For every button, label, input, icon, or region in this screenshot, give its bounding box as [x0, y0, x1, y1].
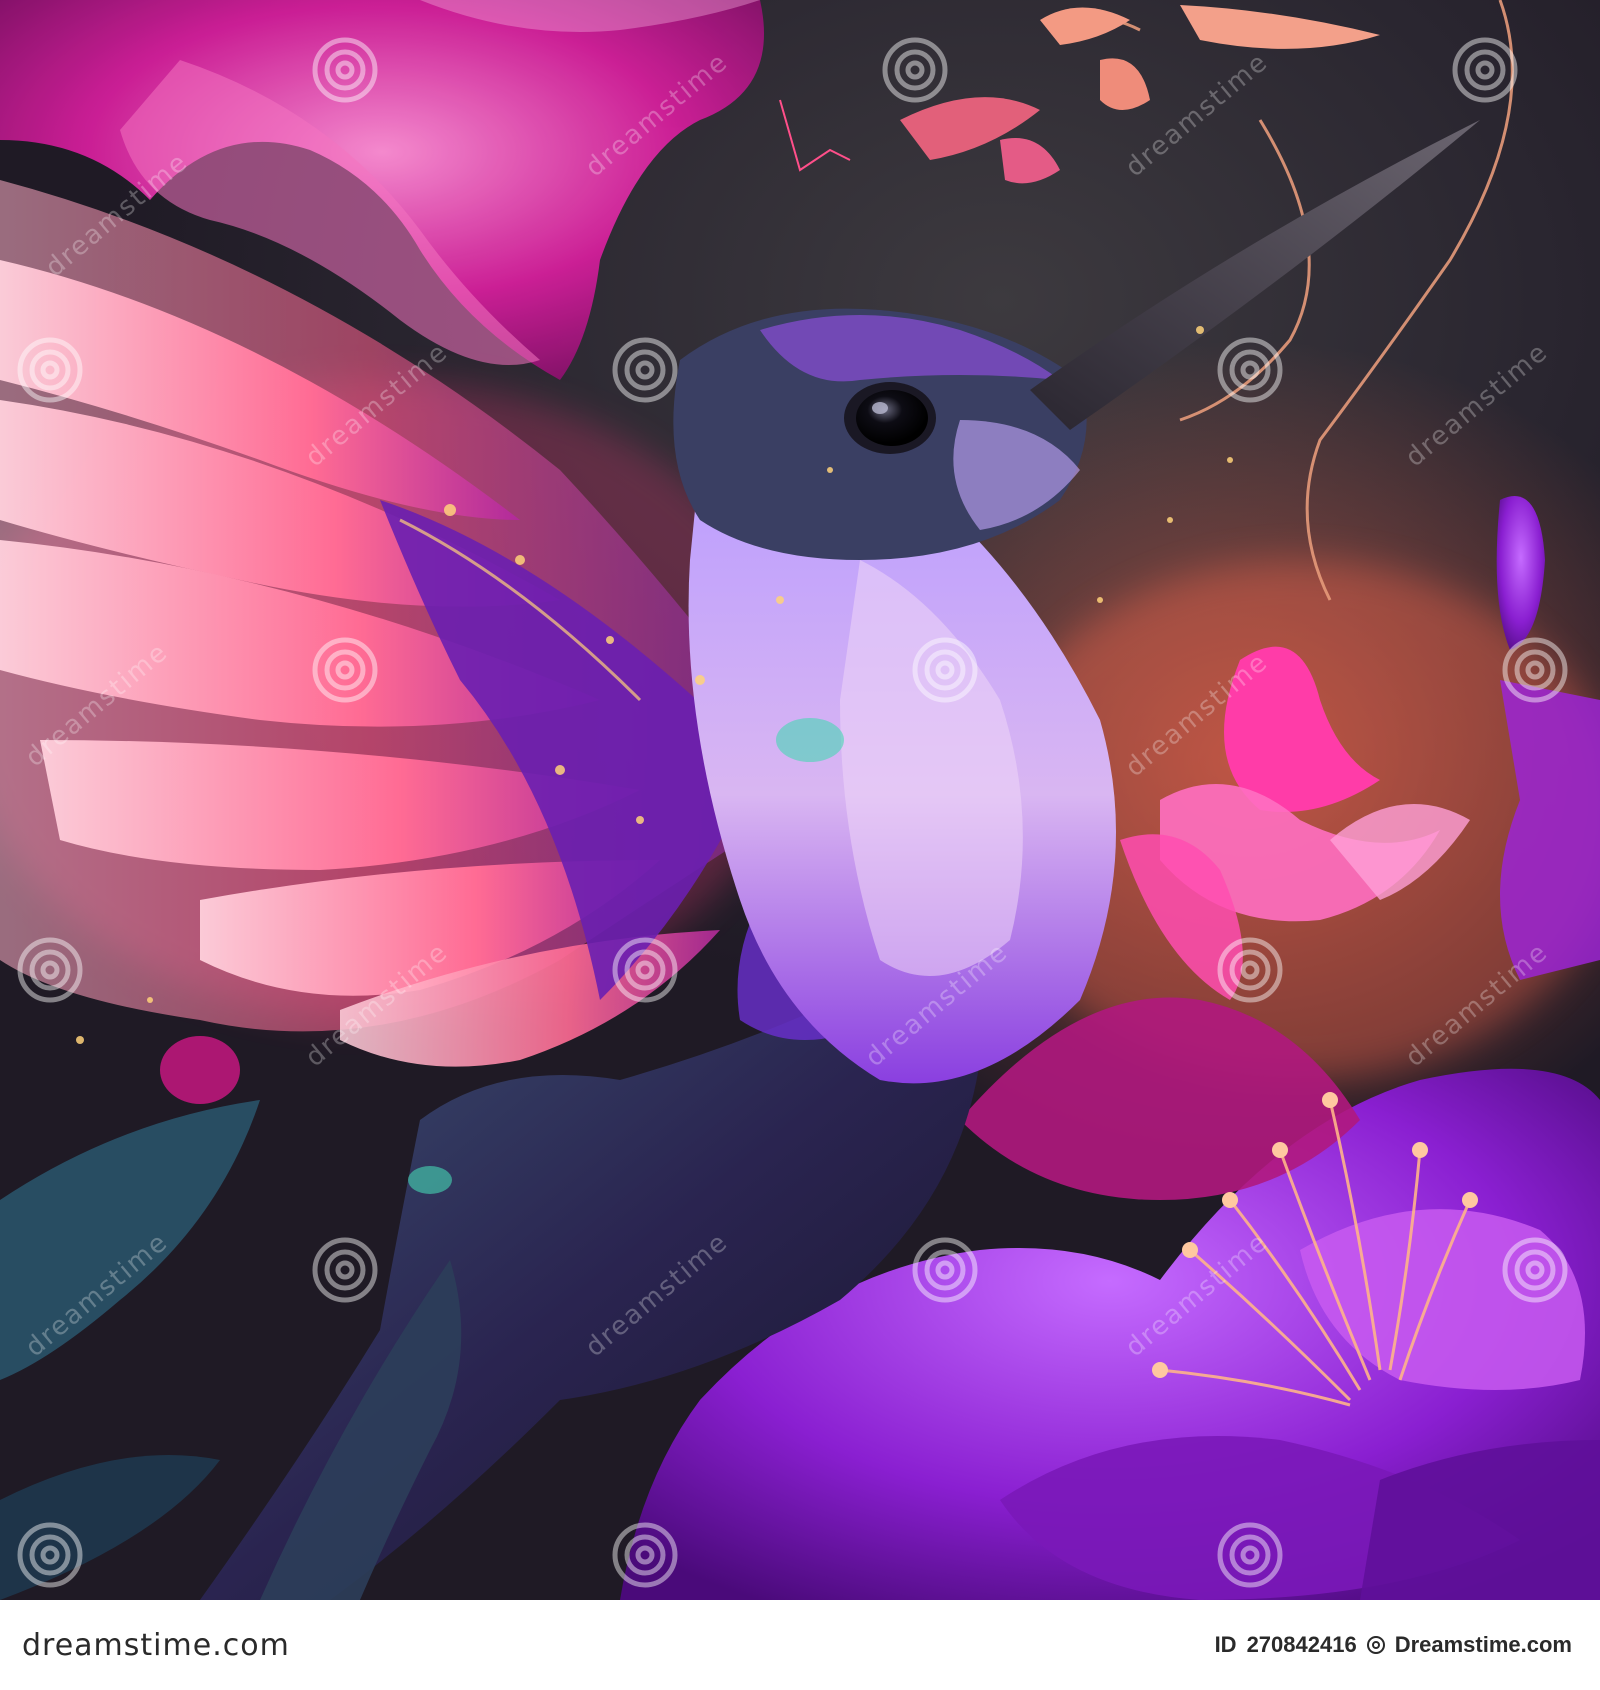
watermark-spiral-icon — [612, 937, 678, 1003]
watermark-spiral-icon — [912, 637, 978, 703]
watermark-spiral-icon — [1502, 1237, 1568, 1303]
watermark-spiral-icon — [1452, 37, 1518, 103]
footer-credit: ID 270842416 Dreamstime.com — [1215, 1632, 1572, 1658]
image-canvas: dreamstime dreamstime dreamstime dreamst… — [0, 0, 1600, 1600]
watermark-spiral-icon — [312, 637, 378, 703]
watermark-spiral-icon — [17, 1522, 83, 1588]
hummingbird-illustration — [0, 0, 1600, 1600]
stock-footer-bar: dreamstime.com ID 270842416 Dreamstime.c… — [0, 1600, 1600, 1690]
image-id-label: ID — [1214, 1632, 1237, 1657]
lower-left-foliage — [0, 1036, 260, 1600]
hummingbird-eye — [844, 382, 936, 454]
purple-bud — [1496, 496, 1600, 980]
watermark-spiral-icon — [1217, 937, 1283, 1003]
watermark-spiral-icon — [882, 37, 948, 103]
footer-brand[interactable]: dreamstime.com — [22, 1628, 290, 1663]
watermark-spiral-icon — [1217, 1522, 1283, 1588]
watermark-spiral-icon — [612, 337, 678, 403]
watermark-spiral-icon — [1217, 337, 1283, 403]
dreamstime-logo-icon — [1366, 1636, 1385, 1654]
footer-credit-text: Dreamstime.com — [1394, 1632, 1572, 1657]
watermark-spiral-icon — [17, 337, 83, 403]
watermark-spiral-icon — [1502, 637, 1568, 703]
watermark-spiral-icon — [612, 1522, 678, 1588]
watermark-spiral-icon — [312, 1237, 378, 1303]
watermark-spiral-icon — [17, 937, 83, 1003]
watermark-spiral-icon — [912, 1237, 978, 1303]
watermark-spiral-icon — [312, 37, 378, 103]
small-hanging-flowers — [779, 5, 1380, 184]
image-id-value: 270842416 — [1246, 1632, 1357, 1657]
